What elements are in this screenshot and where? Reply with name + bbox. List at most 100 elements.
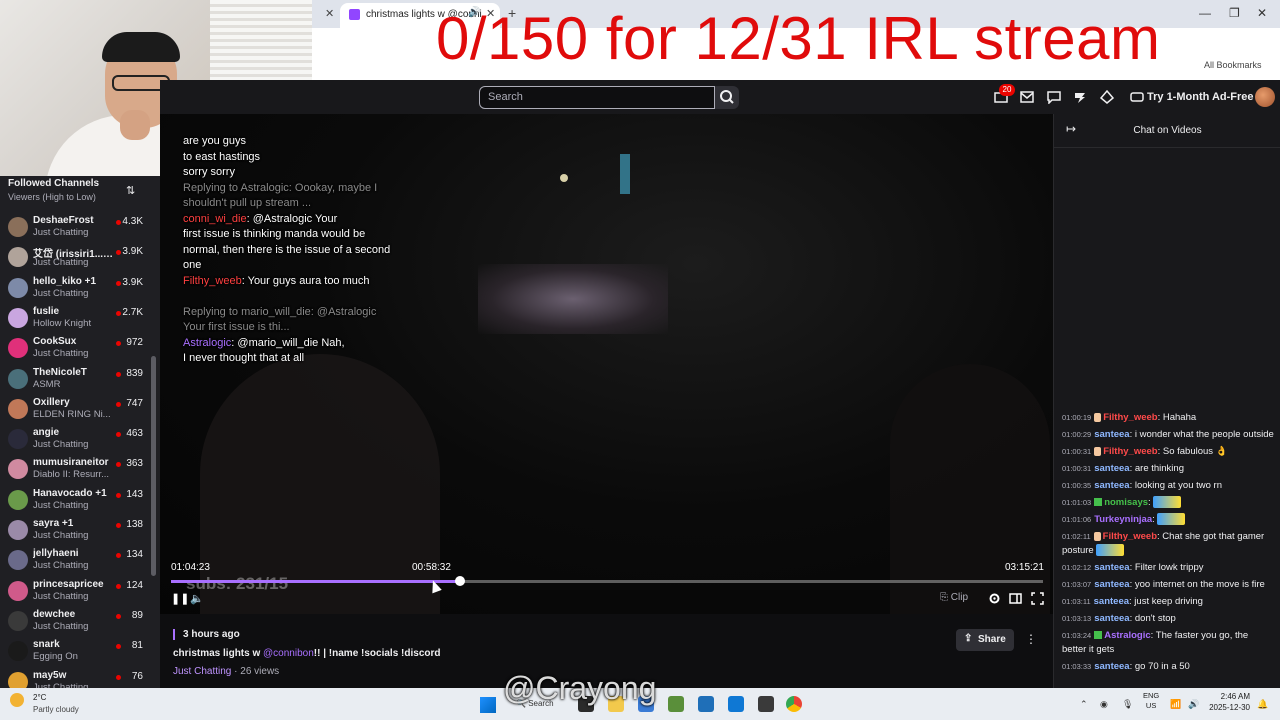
- channel-game: Just Chatting: [33, 227, 89, 238]
- search-input[interactable]: Search: [479, 86, 715, 109]
- sidebar-channel-item[interactable]: TheNicoleT ASMR 839: [0, 365, 150, 395]
- close-tab-icon[interactable]: ✕: [325, 7, 334, 20]
- channel-avatar: [8, 671, 28, 688]
- sidebar-channel-item[interactable]: fuslie Hollow Knight 2.7K: [0, 304, 150, 334]
- prime-loot-icon[interactable]: [1073, 90, 1087, 104]
- sidebar-channel-item[interactable]: jellyhaeni Just Chatting 134: [0, 546, 150, 576]
- chat-username[interactable]: Filthy_weeb: [1103, 531, 1157, 542]
- volume-tray-icon[interactable]: 🔊: [1188, 699, 1199, 710]
- weather-icon[interactable]: [10, 693, 24, 707]
- chat-username[interactable]: santeea: [1094, 562, 1129, 573]
- volume-icon[interactable]: 🔈: [190, 592, 204, 605]
- bits-icon[interactable]: [1100, 90, 1114, 104]
- notifications-tray-icon[interactable]: 🔔: [1257, 699, 1268, 710]
- share-button[interactable]: ⇪ Share: [956, 629, 1014, 651]
- system-clock[interactable]: 2:46 AM 2025-12-30: [1208, 691, 1250, 713]
- chat-username[interactable]: santeea: [1094, 613, 1129, 624]
- obs-icon[interactable]: [758, 696, 774, 712]
- outlook-icon[interactable]: [698, 696, 714, 712]
- chat-username[interactable]: santeea: [1094, 579, 1129, 590]
- chat-timestamp: 01:00:35: [1062, 481, 1092, 490]
- chat-timestamp: 01:01:06: [1062, 515, 1092, 524]
- sidebar-channel-item[interactable]: CookSux Just Chatting 972: [0, 334, 150, 364]
- channel-game: Diablo II: Resurr...: [33, 469, 110, 481]
- sort-icon[interactable]: ⇅: [126, 184, 135, 197]
- search-button[interactable]: [715, 86, 739, 109]
- tray-app-icon[interactable]: ◉: [1100, 699, 1108, 710]
- channel-name: dewchee: [33, 608, 76, 620]
- chat-username[interactable]: santeea: [1094, 463, 1129, 474]
- weather-temperature: 2°C: [33, 693, 47, 702]
- chat-timestamp: 01:00:29: [1062, 430, 1092, 439]
- seek-handle[interactable]: [454, 576, 465, 586]
- sidebar-channel-item[interactable]: 艾岱 (irissiri1... +1 Just Chatting 3.9K: [0, 243, 150, 273]
- sidebar-channel-item[interactable]: snark Egging On 81: [0, 637, 150, 667]
- sidebar-channel-item[interactable]: angie Just Chatting 463: [0, 425, 150, 455]
- chat-header: ↦ Chat on Videos: [1054, 114, 1280, 148]
- start-button[interactable]: [480, 697, 496, 713]
- chat-username[interactable]: santeea: [1094, 661, 1129, 672]
- inbox-icon[interactable]: [1020, 90, 1034, 104]
- fullscreen-icon[interactable]: [1031, 592, 1044, 605]
- close-window-icon[interactable]: ✕: [1257, 6, 1267, 20]
- language-indicator[interactable]: ENG US: [1143, 691, 1159, 711]
- theatre-mode-icon[interactable]: [1009, 592, 1022, 605]
- sidebar-channel-item[interactable]: mumusiraneitor Diablo II: Resurr... 363: [0, 455, 150, 485]
- user-avatar[interactable]: [1255, 87, 1275, 107]
- microphone-icon[interactable]: 🎙: [1122, 699, 1133, 710]
- overlay-username: conni_wi_die: [183, 212, 247, 225]
- overlay-username: Astralogic: [183, 336, 232, 349]
- channel-name: DeshaeFrost: [33, 215, 94, 226]
- chat-username[interactable]: nomisays: [1104, 497, 1148, 508]
- chat-username[interactable]: Filthy_weeb: [1103, 446, 1157, 457]
- video-title-mention[interactable]: @connibon: [263, 648, 314, 659]
- lang-region: US: [1145, 701, 1157, 710]
- chat-title: Chat on Videos: [1133, 125, 1202, 136]
- sidebar-channel-item[interactable]: hello_kiko +1 Just Chatting 3.9K: [0, 274, 150, 304]
- chat-username[interactable]: santeea: [1094, 480, 1129, 491]
- restore-icon[interactable]: ❐: [1229, 6, 1240, 20]
- chat-username[interactable]: Filthy_weeb: [1103, 412, 1157, 423]
- channel-game: Just Chatting: [33, 560, 89, 572]
- emote-icon: [1157, 513, 1186, 526]
- channel-avatar: [8, 610, 28, 631]
- pause-button[interactable]: ❚❚: [171, 592, 189, 605]
- chat-username[interactable]: Astralogic: [1104, 630, 1150, 641]
- channel-avatar: [8, 641, 28, 662]
- app-icon[interactable]: [668, 696, 684, 712]
- overlay-line: Replying to mario_will_die: @Astralogic: [183, 305, 377, 318]
- sidebar-channel-item[interactable]: Hanavocado +1 Just Chatting 143: [0, 486, 150, 516]
- chrome-icon[interactable]: [786, 696, 802, 712]
- channel-avatar: [8, 550, 28, 571]
- chat-username[interactable]: santeea: [1094, 596, 1129, 607]
- channel-name: mumusiraneitor: [33, 457, 109, 469]
- stream-goal-banner: 0/150 for 12/31 IRL stream: [436, 5, 1161, 72]
- edge-icon[interactable]: [728, 696, 744, 712]
- chat-timestamp: 01:00:19: [1062, 413, 1092, 422]
- channel-avatar: [8, 489, 28, 510]
- sidebar-channel-item[interactable]: may5w Just Chatting 76: [0, 668, 150, 688]
- chat-username[interactable]: santeea: [1094, 429, 1129, 440]
- category-link[interactable]: Just Chatting: [173, 666, 231, 677]
- minimize-icon[interactable]: —: [1199, 6, 1211, 20]
- sidebar-channel-item[interactable]: DeshaeFrost Just Chatting 4.3K: [0, 213, 150, 243]
- viewer-count: 124: [126, 579, 143, 591]
- all-bookmarks[interactable]: All Bookmarks: [1204, 60, 1262, 70]
- emote-icon: [1153, 496, 1182, 509]
- sidebar-channel-item[interactable]: dewchee Just Chatting 89: [0, 607, 150, 637]
- weather-condition: Partly cloudy: [33, 705, 79, 714]
- chat-username[interactable]: Turkeyninjaa: [1094, 514, 1152, 525]
- wifi-icon[interactable]: 📶: [1170, 699, 1181, 710]
- live-indicator: [116, 553, 121, 559]
- try-ad-free-button[interactable]: Try 1-Month Ad-Free: [1147, 91, 1254, 103]
- more-options-icon[interactable]: ⋮: [1025, 632, 1037, 646]
- settings-gear-icon[interactable]: [988, 592, 1001, 605]
- whispers-icon[interactable]: [1047, 90, 1061, 104]
- clip-button[interactable]: ⎘ Clip: [940, 592, 968, 603]
- video-chat-overlay: are you guys to east hastings sorry sorr…: [183, 134, 423, 367]
- sidebar-channel-item[interactable]: sayra +1 Just Chatting 138: [0, 516, 150, 546]
- sidebar-channel-item[interactable]: princesapricee Just Chatting 124: [0, 577, 150, 607]
- tray-chevron-icon[interactable]: ⌃: [1080, 699, 1088, 710]
- sidebar-channel-item[interactable]: Oxillery ELDEN RING Ni... 747: [0, 395, 150, 425]
- sidebar-scrollbar[interactable]: [151, 356, 156, 576]
